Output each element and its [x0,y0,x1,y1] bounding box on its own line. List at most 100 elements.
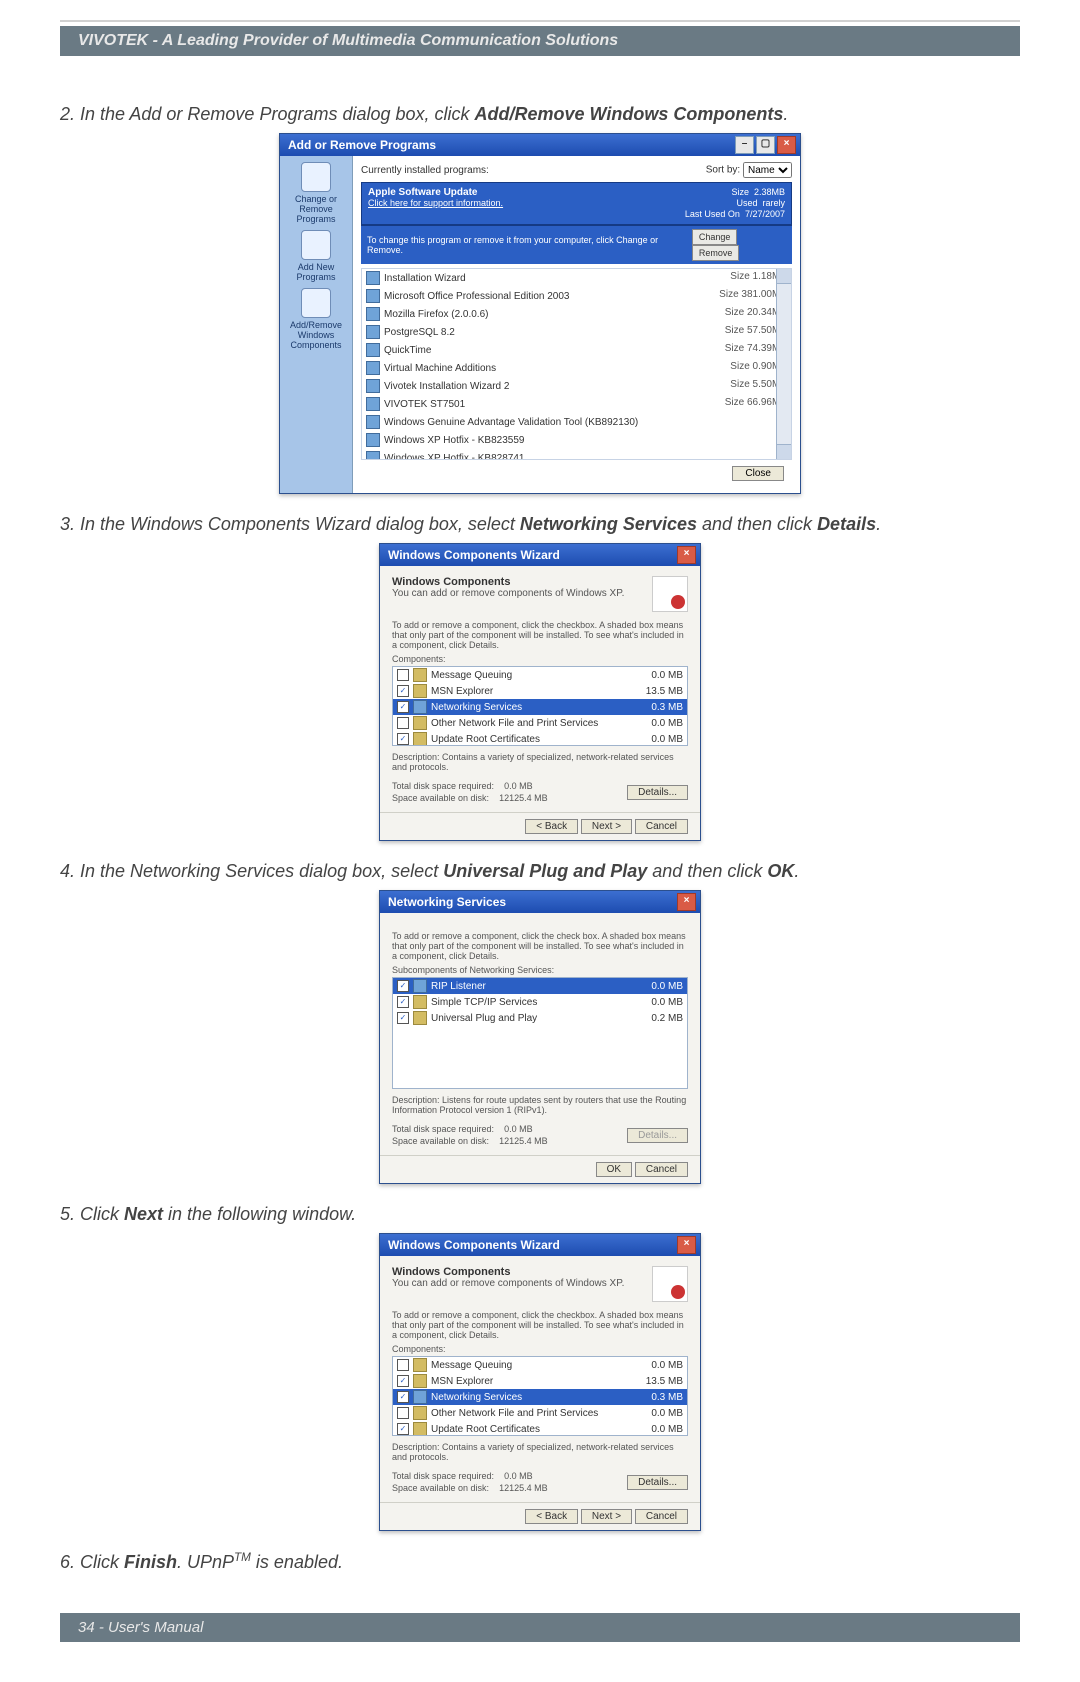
support-info-link[interactable]: Click here for support information. [368,198,503,208]
step-5: 5. Click Next in the following window. [60,1204,1020,1225]
checkbox[interactable] [397,701,409,713]
list-item[interactable]: Other Network File and Print Services0.0… [393,715,687,731]
close-icon[interactable]: × [677,893,696,911]
ok-button[interactable]: OK [596,1162,632,1177]
list-item[interactable]: Windows XP Hotfix - KB823559 [362,431,791,449]
checkbox[interactable] [397,1407,409,1419]
sidebar-add-new[interactable]: Add New Programs [282,230,350,282]
list-item[interactable]: Message Queuing0.0 MB [393,667,687,683]
component-icon [413,1406,427,1420]
program-icon [366,433,380,447]
close-icon[interactable]: × [777,136,796,154]
component-icon [413,684,427,698]
list-item[interactable]: Installation WizardSize 1.18MB [362,269,791,287]
list-item[interactable]: Windows XP Hotfix - KB828741 [362,449,791,460]
checkbox[interactable] [397,1359,409,1371]
list-item[interactable]: Microsoft Office Professional Edition 20… [362,287,791,305]
list-item[interactable]: Networking Services0.3 MB [393,699,687,715]
page-footer-text: 34 - User's Manual [78,1619,203,1636]
list-item[interactable]: Message Queuing0.0 MB [393,1357,687,1373]
remove-button[interactable]: Remove [692,245,740,261]
list-item[interactable]: VIVOTEK ST7501Size 66.96MB [362,395,791,413]
list-item[interactable]: Other Network File and Print Services0.0… [393,1405,687,1421]
checkbox[interactable] [397,1012,409,1024]
back-button[interactable]: < Back [525,1509,578,1524]
list-item[interactable]: Windows Genuine Advantage Validation Too… [362,413,791,431]
cancel-button[interactable]: Cancel [635,1162,688,1177]
fig-wizard-1: Windows Components Wizard × Windows Comp… [60,543,1020,841]
networking-services-window: Networking Services × To add or remove a… [379,890,701,1184]
component-icon [413,668,427,682]
details-button[interactable]: Details... [627,1475,688,1490]
wiz2-components-list[interactable]: Message Queuing0.0 MBMSN Explorer13.5 MB… [392,1356,688,1436]
fig-wizard-2: Windows Components Wizard × Windows Comp… [60,1233,1020,1531]
list-item[interactable]: QuickTimeSize 74.39MB [362,341,791,359]
list-item[interactable]: Networking Services0.3 MB [393,1389,687,1405]
change-button[interactable]: Change [692,229,738,245]
component-icon [413,1390,427,1404]
list-item[interactable]: RIP Listener0.0 MB [393,978,687,994]
wiz2-titlebar[interactable]: Windows Components Wizard × [380,1234,700,1256]
sortby-select[interactable]: Name [743,162,792,178]
arp-close-button[interactable]: Close [732,466,784,481]
list-item[interactable]: Universal Plug and Play0.2 MB [393,1010,687,1026]
cancel-button[interactable]: Cancel [635,819,688,834]
checkbox[interactable] [397,1423,409,1435]
checkbox[interactable] [397,980,409,992]
ns-titlebar[interactable]: Networking Services × [380,891,700,913]
sidebar-change-remove[interactable]: Change or Remove Programs [282,162,350,224]
list-item[interactable]: Vivotek Installation Wizard 2Size 5.50MB [362,377,791,395]
ns-descline-label: Description: [392,1095,440,1105]
scrollbar[interactable] [776,269,791,459]
wiz1-titlebar[interactable]: Windows Components Wizard × [380,544,700,566]
checkbox[interactable] [397,733,409,745]
sidebar-add-remove-components[interactable]: Add/Remove Windows Components [282,288,350,350]
list-item[interactable]: MSN Explorer13.5 MB [393,1373,687,1389]
component-icon [413,716,427,730]
close-icon[interactable]: × [677,546,696,564]
ns-subcomponents-list[interactable]: RIP Listener0.0 MBSimple TCP/IP Services… [392,977,688,1089]
ns-desc: To add or remove a component, click the … [392,931,688,961]
wiz1-components-list[interactable]: Message Queuing0.0 MBMSN Explorer13.5 MB… [392,666,688,746]
disc-icon [301,230,331,260]
list-item[interactable]: Mozilla Firefox (2.0.0.6)Size 20.34MB [362,305,791,323]
maximize-icon[interactable]: ▢ [756,136,775,154]
list-item[interactable]: Simple TCP/IP Services0.0 MB [393,994,687,1010]
checkbox[interactable] [397,996,409,1008]
list-item[interactable]: Update Root Certificates0.0 MB [393,731,687,746]
arp-program-list[interactable]: Installation WizardSize 1.18MBMicrosoft … [361,268,792,460]
component-icon [413,979,427,993]
scroll-up-icon[interactable] [777,269,791,284]
list-item[interactable]: PostgreSQL 8.2Size 57.50MB [362,323,791,341]
checkbox[interactable] [397,669,409,681]
arp-selected-program[interactable]: Apple Software Update Click here for sup… [361,182,792,225]
windows-logo-icon [652,576,688,612]
components-label: Components: [392,654,688,664]
checkbox[interactable] [397,717,409,729]
list-item[interactable]: Update Root Certificates0.0 MB [393,1421,687,1436]
details-button[interactable]: Details... [627,1128,688,1143]
checkbox[interactable] [397,685,409,697]
page-header: VIVOTEK - A Leading Provider of Multimed… [60,26,1020,56]
scroll-down-icon[interactable] [777,444,791,459]
add-remove-programs-window: Add or Remove Programs – ▢ × Change or R… [279,133,801,494]
wiz2-desc: To add or remove a component, click the … [392,1310,688,1340]
next-button[interactable]: Next > [581,819,632,834]
wiz2-title: Windows Components Wizard [384,1238,560,1252]
back-button[interactable]: < Back [525,819,578,834]
cancel-button[interactable]: Cancel [635,1509,688,1524]
component-icon [413,1422,427,1436]
component-icon [413,1374,427,1388]
wiz1-sub: You can add or remove components of Wind… [392,588,624,599]
checkbox[interactable] [397,1391,409,1403]
list-item[interactable]: MSN Explorer13.5 MB [393,683,687,699]
close-icon[interactable]: × [677,1236,696,1254]
next-button[interactable]: Next > [581,1509,632,1524]
arp-titlebar[interactable]: Add or Remove Programs – ▢ × [280,134,800,156]
list-item[interactable]: Virtual Machine AdditionsSize 0.90MB [362,359,791,377]
checkbox[interactable] [397,1375,409,1387]
details-button[interactable]: Details... [627,785,688,800]
minimize-icon[interactable]: – [735,136,754,154]
arp-title: Add or Remove Programs [284,138,436,152]
ns-title: Networking Services [384,895,506,909]
